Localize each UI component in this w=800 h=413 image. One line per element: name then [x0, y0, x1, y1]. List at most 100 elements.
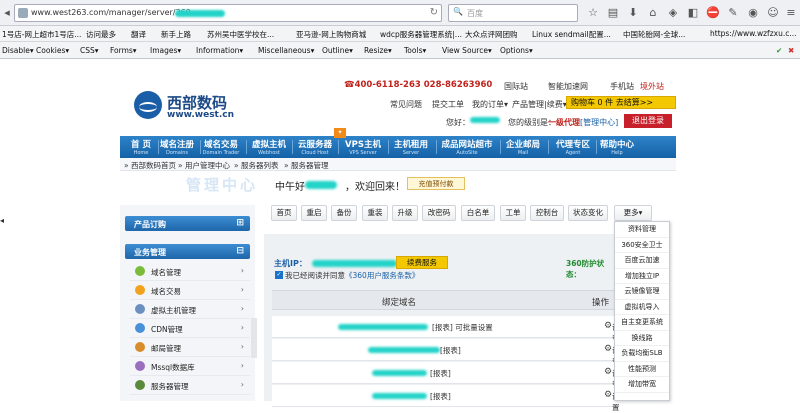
url-bar[interactable]: www.west263.com/manager/server/360. ↻ — [14, 4, 442, 22]
dev-menu-resize[interactable]: Resize▾ — [364, 46, 392, 55]
close-icon[interactable]: ✖ — [788, 46, 794, 55]
report-link[interactable]: [报表] 可批量设置 — [432, 322, 493, 333]
menu-icon[interactable]: ≡ — [784, 6, 798, 20]
site-logo[interactable]: 西部数码 www.west.cn — [134, 91, 254, 131]
home-icon[interactable]: ⌂ — [646, 6, 660, 20]
dev-menu-images[interactable]: Images▾ — [150, 46, 181, 55]
bookmark-item[interactable]: 访问最多 — [86, 29, 116, 40]
bookmark-item[interactable]: Linux sendmail配置... — [532, 29, 611, 40]
dev-menu-css[interactable]: CSS▾ — [80, 46, 99, 55]
nav-help[interactable]: 帮助中心 Help — [596, 138, 638, 156]
header-link[interactable]: 国际站 — [504, 81, 528, 92]
adblock-icon[interactable]: ⛔ — [706, 6, 720, 20]
nav-vps[interactable]: VPS主机 VPS Server — [342, 138, 384, 156]
sidebar-item-server[interactable]: 服务器管理 › — [130, 376, 250, 395]
breadcrumb-item[interactable]: » 西部数码首页 — [124, 160, 176, 171]
back-icon[interactable]: ◂ — [0, 6, 14, 20]
side-collapse-icon[interactable]: ◂ — [0, 216, 6, 230]
addon-icon[interactable]: ◈ — [666, 6, 680, 20]
bookmark-item[interactable]: 大众点评网团购 — [465, 29, 518, 40]
bookmark-item[interactable]: 中国轮胎网-全球... — [623, 29, 685, 40]
user-icon[interactable]: ◉ — [746, 6, 760, 20]
gear-icon[interactable]: ⚙ — [604, 390, 612, 400]
tool-console[interactable]: 控制台 — [530, 205, 564, 221]
tool-backup[interactable]: 备份 — [331, 205, 357, 221]
sidebar-item-cdn[interactable]: CDN管理 › — [130, 319, 250, 338]
tool-home[interactable]: 首页 — [271, 205, 297, 221]
agree-checkbox[interactable]: ✓ — [275, 271, 283, 279]
help-link[interactable]: 常见问题 — [390, 99, 422, 110]
tool-status[interactable]: 状态变化 — [568, 205, 608, 221]
report-link[interactable]: [报表] — [430, 391, 451, 402]
section-business[interactable]: 业务管理 ⊟ — [125, 244, 250, 259]
dev-menu-tools[interactable]: Tools▾ — [404, 46, 426, 55]
report-link[interactable]: [报表] — [430, 368, 451, 379]
dev-menu-view-source[interactable]: View Source▾ — [442, 46, 492, 55]
tool-whitelist[interactable]: 白名单 — [461, 205, 495, 221]
nav-autosite[interactable]: 成品网站超市 AutoSite — [438, 138, 496, 156]
header-link[interactable]: 智能加速网 — [548, 81, 588, 92]
nav-server[interactable]: 主机租用 Server — [390, 138, 432, 156]
nav-cloud-host[interactable]: 云服务器 Cloud Host — [294, 138, 336, 156]
sidebar-item-mssql[interactable]: Mssql数据库 › — [130, 357, 250, 376]
sidebar-item-domain[interactable]: 域名管理 › — [130, 262, 250, 281]
chat-icon[interactable]: ☺ — [766, 6, 780, 20]
tool-upgrade[interactable]: 升级 — [392, 205, 418, 221]
dev-menu-forms[interactable]: Forms▾ — [110, 46, 137, 55]
nav-domain-trader[interactable]: 域名交易 Domain Trader — [200, 138, 242, 156]
sidebar-toggle[interactable] — [251, 318, 257, 358]
bookmark-item[interactable]: 苏州吴中医学校在... — [207, 29, 274, 40]
nav-agent[interactable]: 代理专区 Agent — [552, 138, 594, 156]
renew-button[interactable]: 续费服务 — [396, 256, 448, 269]
prepay-button[interactable]: 充值预付款 — [407, 177, 465, 190]
bookmark-item[interactable]: 1号店-网上超市1号店... — [2, 29, 81, 40]
menu-item[interactable]: 增加带宽 — [615, 377, 669, 393]
tool-reinstall[interactable]: 重装 — [362, 205, 388, 221]
header-link[interactable]: 境外站 — [640, 81, 664, 92]
breadcrumb-item[interactable]: » 用户管理中心 — [178, 160, 230, 171]
renew-link[interactable]: 产品管理|续费▾ — [512, 99, 567, 110]
dev-menu-disable[interactable]: Disable▾ — [2, 46, 34, 55]
orders-link[interactable]: 我的订单▾ — [472, 99, 508, 110]
menu-item[interactable]: 虚拟机导入 — [615, 300, 669, 315]
dev-menu-information[interactable]: Information▾ — [196, 46, 243, 55]
sidebar-item-webhost[interactable]: 虚拟主机管理 › — [130, 300, 250, 319]
sidebar-item-domain-trade[interactable]: 域名交易 › — [130, 281, 250, 300]
section-order[interactable]: 产品订购 ⊞ — [125, 216, 250, 231]
more-dropdown-button[interactable]: 更多▾ — [614, 205, 652, 221]
nav-domains[interactable]: 域名注册 Domains — [156, 138, 198, 156]
bookmark-item[interactable]: 新手上路 — [161, 29, 191, 40]
terms-link[interactable]: 《360用户服务条款》 — [345, 271, 419, 280]
ticket-link[interactable]: 提交工单 — [432, 99, 464, 110]
nav-webhost[interactable]: 虚拟主机 Webhost — [248, 138, 290, 156]
tool-restart[interactable]: 重启 — [301, 205, 327, 221]
menu-item[interactable]: 性能预测 — [615, 362, 669, 377]
sidebar-item-mail[interactable]: 邮局管理 › — [130, 338, 250, 357]
reload-icon[interactable]: ↻ — [430, 7, 438, 18]
dev-menu-misc[interactable]: Miscellaneous▾ — [258, 46, 314, 55]
reading-icon[interactable]: ▤ — [606, 6, 620, 20]
header-link[interactable]: 手机站 — [610, 81, 634, 92]
search-bar[interactable]: 🔍 百度 — [448, 4, 578, 22]
breadcrumb-item[interactable]: » 服务器列表 — [234, 160, 278, 171]
tool-password[interactable]: 改密码 — [422, 205, 456, 221]
menu-item[interactable]: 增加独立IP — [615, 269, 669, 284]
bookmark-item[interactable]: 亚马逊-网上购物商城 — [296, 29, 366, 40]
cart-button[interactable]: 购物车 0 件 去结算>> — [566, 96, 676, 109]
menu-item[interactable]: 负载均衡SLB — [615, 346, 669, 362]
menu-item[interactable]: 自主变更系统 — [615, 315, 669, 331]
tool-icon[interactable]: ✎ — [726, 6, 740, 20]
dev-menu-options[interactable]: Options▾ — [500, 46, 533, 55]
gear-icon[interactable]: ⚙ — [604, 321, 612, 331]
star-icon[interactable]: ☆ — [586, 6, 600, 20]
menu-item[interactable]: 资料管理 — [615, 222, 669, 238]
nav-mail[interactable]: 企业邮局 Mail — [502, 138, 544, 156]
download-icon[interactable]: ⬇ — [626, 6, 640, 20]
gear-icon[interactable]: ⚙ — [604, 344, 612, 354]
logout-button[interactable]: 退出登录 — [624, 114, 672, 128]
dev-menu-cookies[interactable]: Cookies▾ — [36, 46, 69, 55]
tool-ticket[interactable]: 工单 — [500, 205, 526, 221]
manage-link[interactable]: [管理中心] — [580, 117, 618, 128]
extension-icon[interactable]: ◧ — [686, 6, 700, 20]
menu-item[interactable]: 百度云加速 — [615, 253, 669, 269]
